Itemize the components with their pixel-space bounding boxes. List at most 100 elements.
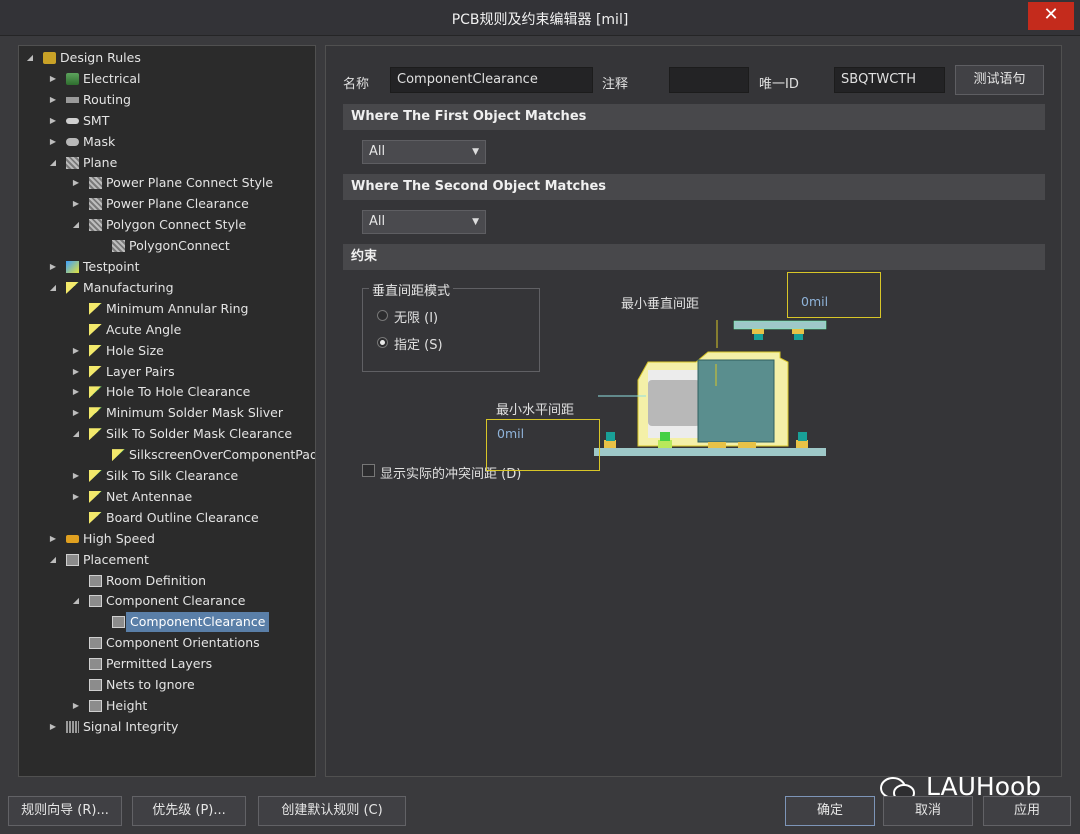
tree-item[interactable]: Permitted Layers: [19, 654, 315, 674]
collapse-arrow-icon[interactable]: ▶: [48, 90, 58, 110]
expand-arrow-icon[interactable]: ◢: [48, 278, 58, 298]
rule-wizard-button[interactable]: 规则向导 (R)...: [8, 796, 122, 826]
routing-icon: [66, 96, 79, 103]
tree-item[interactable]: ▶ Electrical: [19, 69, 315, 89]
collapse-arrow-icon[interactable]: ▶: [71, 341, 81, 361]
high-speed-icon: [66, 534, 79, 543]
manufacturing-icon: [89, 386, 102, 399]
collapse-arrow-icon[interactable]: ▶: [48, 529, 58, 549]
tree-item[interactable]: ▶ Mask: [19, 132, 315, 152]
tree-item[interactable]: PolygonConnect: [19, 236, 315, 256]
uid-field[interactable]: SBQTWCTH: [834, 67, 945, 93]
expand-arrow-icon[interactable]: ◢: [71, 424, 81, 444]
rule-editor-window: PCB规则及约束编辑器 [mil] ✕ ◢ Design Rules ▶ Electr…: [0, 0, 1080, 834]
tree-item[interactable]: ▶ Hole To Hole Clearance: [19, 382, 315, 402]
tree-item[interactable]: Room Definition: [19, 571, 315, 591]
tree-item[interactable]: ▶ Minimum Solder Mask Sliver: [19, 403, 315, 423]
create-default-rules-button[interactable]: 创建默认规则 (C): [258, 796, 406, 826]
tree-item[interactable]: ▶ Routing: [19, 90, 315, 110]
tree-item-label: Manufacturing: [83, 279, 174, 295]
expand-arrow-icon[interactable]: ◢: [48, 153, 58, 173]
priority-button[interactable]: 优先级 (P)...: [132, 796, 246, 826]
collapse-arrow-icon[interactable]: ▶: [71, 382, 81, 402]
show-actual-checkbox[interactable]: [362, 464, 375, 477]
comment-field[interactable]: [669, 67, 749, 93]
collapse-arrow-icon[interactable]: ▶: [48, 69, 58, 89]
min-vertical-box[interactable]: 0mil: [787, 272, 881, 318]
tree-item[interactable]: Acute Angle: [19, 320, 315, 340]
collapse-arrow-icon[interactable]: ▶: [71, 403, 81, 423]
tree-item[interactable]: ▶ Layer Pairs: [19, 362, 315, 382]
collapse-arrow-icon[interactable]: ▶: [71, 362, 81, 382]
tree-item[interactable]: Minimum Annular Ring: [19, 299, 315, 319]
tree-item[interactable]: Nets to Ignore: [19, 675, 315, 695]
tree-item[interactable]: ▶ Signal Integrity: [19, 717, 315, 737]
tree-item[interactable]: ▶ Hole Size: [19, 341, 315, 361]
tree-item[interactable]: ▶ Power Plane Connect Style: [19, 173, 315, 193]
first-match-header: Where The First Object Matches: [343, 104, 1045, 130]
tree-item[interactable]: ▶ Silk To Silk Clearance: [19, 466, 315, 486]
tree-item[interactable]: ◢ Polygon Connect Style: [19, 215, 315, 235]
expand-arrow-icon[interactable]: ◢: [48, 550, 58, 570]
collapse-arrow-icon[interactable]: ▶: [48, 111, 58, 131]
radio-infinite-label: 无限 (I): [394, 311, 439, 326]
second-match-select[interactable]: All ▼: [362, 210, 486, 234]
name-field[interactable]: ComponentClearance: [390, 67, 593, 93]
plane-icon: [89, 177, 102, 190]
tree-item[interactable]: ◢ Silk To Solder Mask Clearance: [19, 424, 315, 444]
tree-item[interactable]: SilkscreenOverComponentPads: [19, 445, 315, 465]
expand-arrow-icon[interactable]: ◢: [71, 215, 81, 235]
tree-item-label: Hole Size: [106, 342, 164, 358]
collapse-arrow-icon[interactable]: ▶: [71, 194, 81, 214]
collapse-arrow-icon[interactable]: ▶: [48, 257, 58, 277]
tree-item[interactable]: ▶ Net Antennae: [19, 487, 315, 507]
min-horizontal-box[interactable]: 0mil: [486, 419, 600, 471]
tree-item[interactable]: Board Outline Clearance: [19, 508, 315, 528]
tree-item-label: Permitted Layers: [106, 656, 213, 672]
placement-icon: [89, 637, 102, 650]
tree-item[interactable]: ◢ Plane: [19, 153, 315, 173]
tree-item[interactable]: ▶ High Speed: [19, 529, 315, 549]
radio-specified[interactable]: [377, 337, 388, 348]
expand-arrow-icon[interactable]: ◢: [25, 48, 35, 68]
tree-item[interactable]: ◢ Design Rules: [19, 48, 315, 68]
chevron-down-icon: ▼: [472, 147, 479, 157]
tree-item-label: Testpoint: [83, 259, 140, 274]
tree-item-label: Polygon Connect Style: [106, 217, 247, 233]
placement-icon: [89, 699, 102, 712]
collapse-arrow-icon[interactable]: ▶: [71, 487, 81, 507]
tree-item[interactable]: Component Orientations: [19, 633, 315, 653]
tree-item[interactable]: ▶ Testpoint: [19, 257, 315, 277]
first-match-select[interactable]: All ▼: [362, 140, 486, 164]
apply-button[interactable]: 应用: [983, 796, 1071, 826]
tree-item[interactable]: ◢ Manufacturing: [19, 278, 315, 298]
expand-arrow-icon[interactable]: ◢: [71, 591, 81, 611]
tree-item[interactable]: ◢ Placement: [19, 550, 315, 570]
test-query-button[interactable]: 测试语句: [955, 65, 1044, 95]
cancel-button[interactable]: 取消: [883, 796, 973, 826]
tree-item[interactable]: ◢ Component Clearance: [19, 591, 315, 611]
tree-item-label: Net Antennae: [106, 488, 193, 504]
tree-item-label: Hole To Hole Clearance: [106, 384, 251, 400]
collapse-arrow-icon[interactable]: ▶: [71, 696, 81, 716]
tree-item[interactable]: ▶ Height: [19, 696, 315, 716]
collapse-arrow-icon[interactable]: ▶: [48, 132, 58, 152]
ok-button[interactable]: 确定: [785, 796, 875, 826]
tree-item-label: Power Plane Clearance: [106, 196, 249, 212]
rules-tree[interactable]: ◢ Design Rules ▶ Electrical ▶ Routing ▶ SMT ▶ Mas…: [18, 45, 316, 777]
collapse-arrow-icon[interactable]: ▶: [48, 717, 58, 737]
tree-item[interactable]: ComponentClearance: [19, 612, 315, 633]
tree-item-label: Nets to Ignore: [106, 677, 195, 692]
collapse-arrow-icon[interactable]: ▶: [71, 466, 81, 486]
manufacturing-icon: [66, 281, 79, 294]
placement-icon: [89, 574, 102, 587]
tree-item-label: Electrical: [83, 70, 141, 86]
close-button[interactable]: ✕: [1028, 2, 1074, 30]
tree-item[interactable]: ▶ Power Plane Clearance: [19, 194, 315, 214]
manufacturing-icon: [89, 490, 102, 503]
radio-infinite[interactable]: [377, 310, 388, 321]
tree-item-label: ComponentClearance: [126, 612, 270, 633]
tree-item[interactable]: ▶ SMT: [19, 111, 315, 131]
tree-item-label: Height: [106, 697, 148, 713]
collapse-arrow-icon[interactable]: ▶: [71, 173, 81, 193]
